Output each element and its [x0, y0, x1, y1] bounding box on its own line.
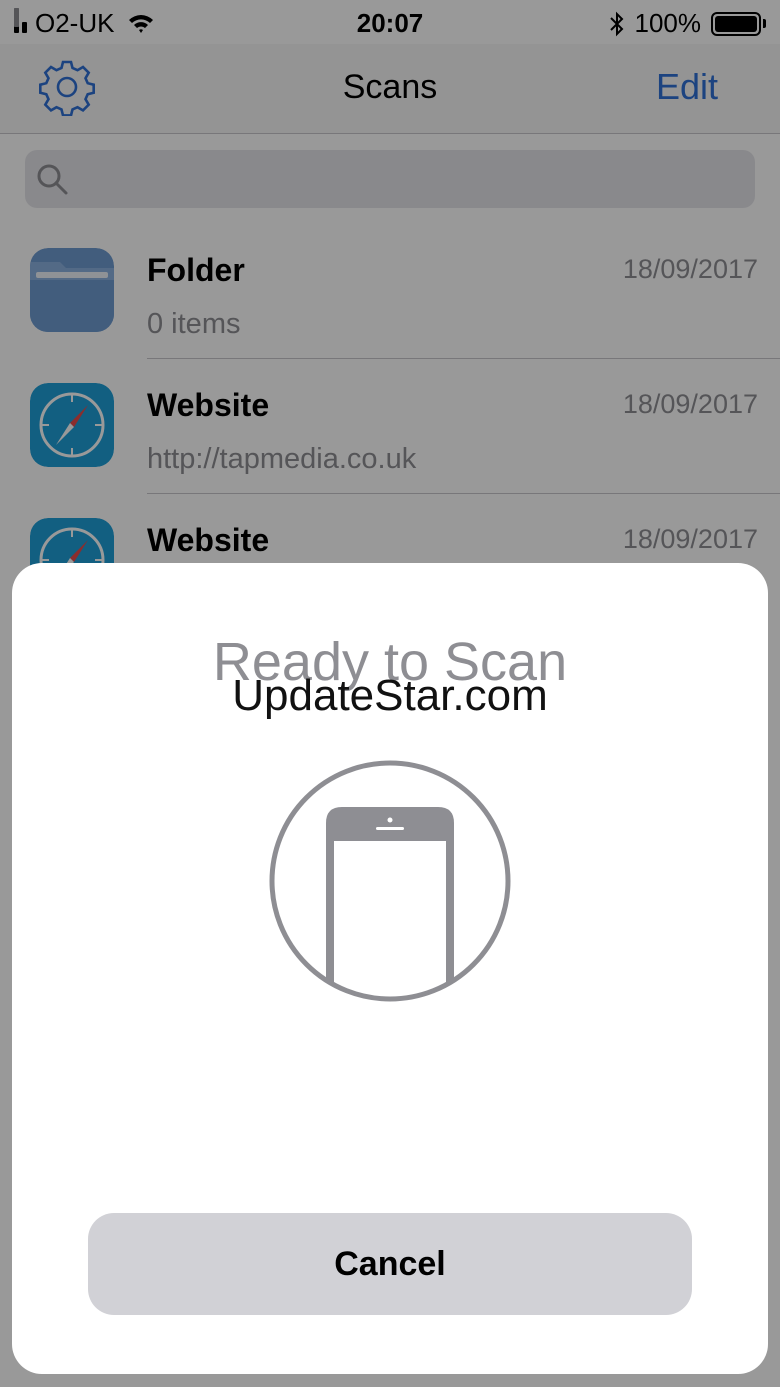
- phone-scan-icon: [269, 760, 511, 1002]
- watermark-text: UpdateStar.com: [232, 671, 548, 720]
- cancel-button[interactable]: Cancel: [88, 1213, 692, 1315]
- scan-sheet: Ready to Scan UpdateStar.com Cancel: [12, 563, 768, 1374]
